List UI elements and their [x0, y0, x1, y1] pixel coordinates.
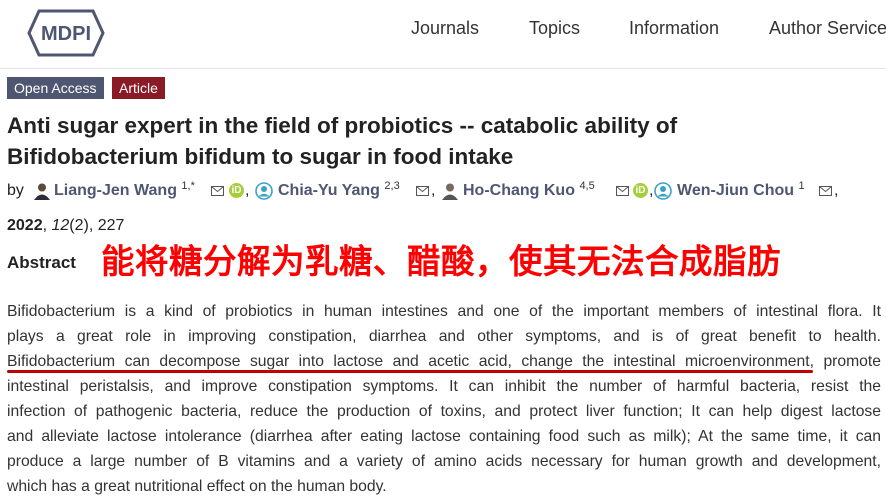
author-separator: , — [245, 182, 250, 199]
email-icon[interactable] — [616, 186, 629, 196]
author-photo-icon — [442, 183, 458, 200]
user-profile-icon — [255, 182, 273, 200]
email-icon[interactable] — [416, 186, 429, 196]
abstract-heading: Abstract — [7, 253, 76, 272]
by-label: by — [7, 182, 24, 199]
citation-issue-pages: (2), 227 — [69, 217, 125, 234]
author-photo-icon — [34, 183, 50, 200]
email-icon[interactable] — [819, 186, 832, 196]
author-separator: , — [649, 182, 654, 199]
author-affiliation: 4,5 — [579, 180, 595, 192]
highlight-underline — [7, 370, 813, 373]
orcid-icon[interactable]: iD — [229, 183, 244, 198]
orcid-icon[interactable]: iD — [633, 183, 648, 198]
title-line-2: Bifidobacterium bifidum to sugar in food… — [7, 144, 514, 169]
author-affiliation: 2,3 — [384, 180, 400, 192]
abstract-line: plays a great role in improving constipa… — [7, 328, 881, 345]
author-affiliation: 1,* — [181, 180, 195, 192]
author-name[interactable]: Ho-Chang Kuo — [463, 182, 575, 199]
abstract-line: intestinal peristalsis, and improve cons… — [7, 378, 881, 395]
author-list: by Liang-Jen Wang 1,* iD , Chia-Yu Yang … — [7, 178, 882, 204]
open-access-badge[interactable]: Open Access — [7, 77, 104, 99]
nav-journals[interactable]: Journals — [411, 18, 479, 39]
article-title: Anti sugar expert in the field of probio… — [7, 110, 867, 172]
red-annotation-text: 能将糖分解为乳糖、醋酸，使其无法合成脂肪 — [101, 244, 781, 281]
author-name[interactable]: Wen-Jiun Chou — [677, 182, 794, 199]
citation-volume: 12 — [51, 217, 70, 234]
article-type-badge: Article — [112, 77, 165, 99]
abstract-text: Bifidobacterium is a kind of probiotics … — [7, 299, 881, 499]
abstract-line: and alleviate lactose intolerance (diarr… — [7, 428, 881, 445]
logo-text: MDPI — [41, 23, 91, 45]
author-name[interactable]: Liang-Jen Wang — [54, 182, 177, 199]
abstract-line: produce a large number of B vitamins and… — [7, 453, 881, 470]
author-affiliation: 1 — [798, 180, 805, 192]
citation-line: 2022, 12(2), 227 — [7, 214, 124, 238]
user-profile-icon — [654, 182, 672, 200]
nav-information[interactable]: Information — [629, 18, 719, 39]
nav-author-services[interactable]: Author Service — [769, 18, 886, 39]
email-icon[interactable] — [211, 186, 224, 196]
nav-topics[interactable]: Topics — [529, 18, 580, 39]
author-name[interactable]: Chia-Yu Yang — [278, 182, 380, 199]
author-separator: , — [834, 182, 839, 199]
abstract-line: which has a great nutritional effect on … — [7, 478, 387, 495]
abstract-line: Bifidobacterium is a kind of probiotics … — [7, 303, 881, 320]
citation-year: 2022 — [7, 217, 43, 234]
site-header: MDPI Journals Topics Information Author … — [0, 0, 886, 69]
abstract-line: infection of pathogenic bacteria, reduce… — [7, 403, 881, 420]
mdpi-logo[interactable]: MDPI — [25, 7, 107, 59]
author-separator: , — [431, 182, 436, 199]
title-line-1: Anti sugar expert in the field of probio… — [7, 113, 678, 138]
